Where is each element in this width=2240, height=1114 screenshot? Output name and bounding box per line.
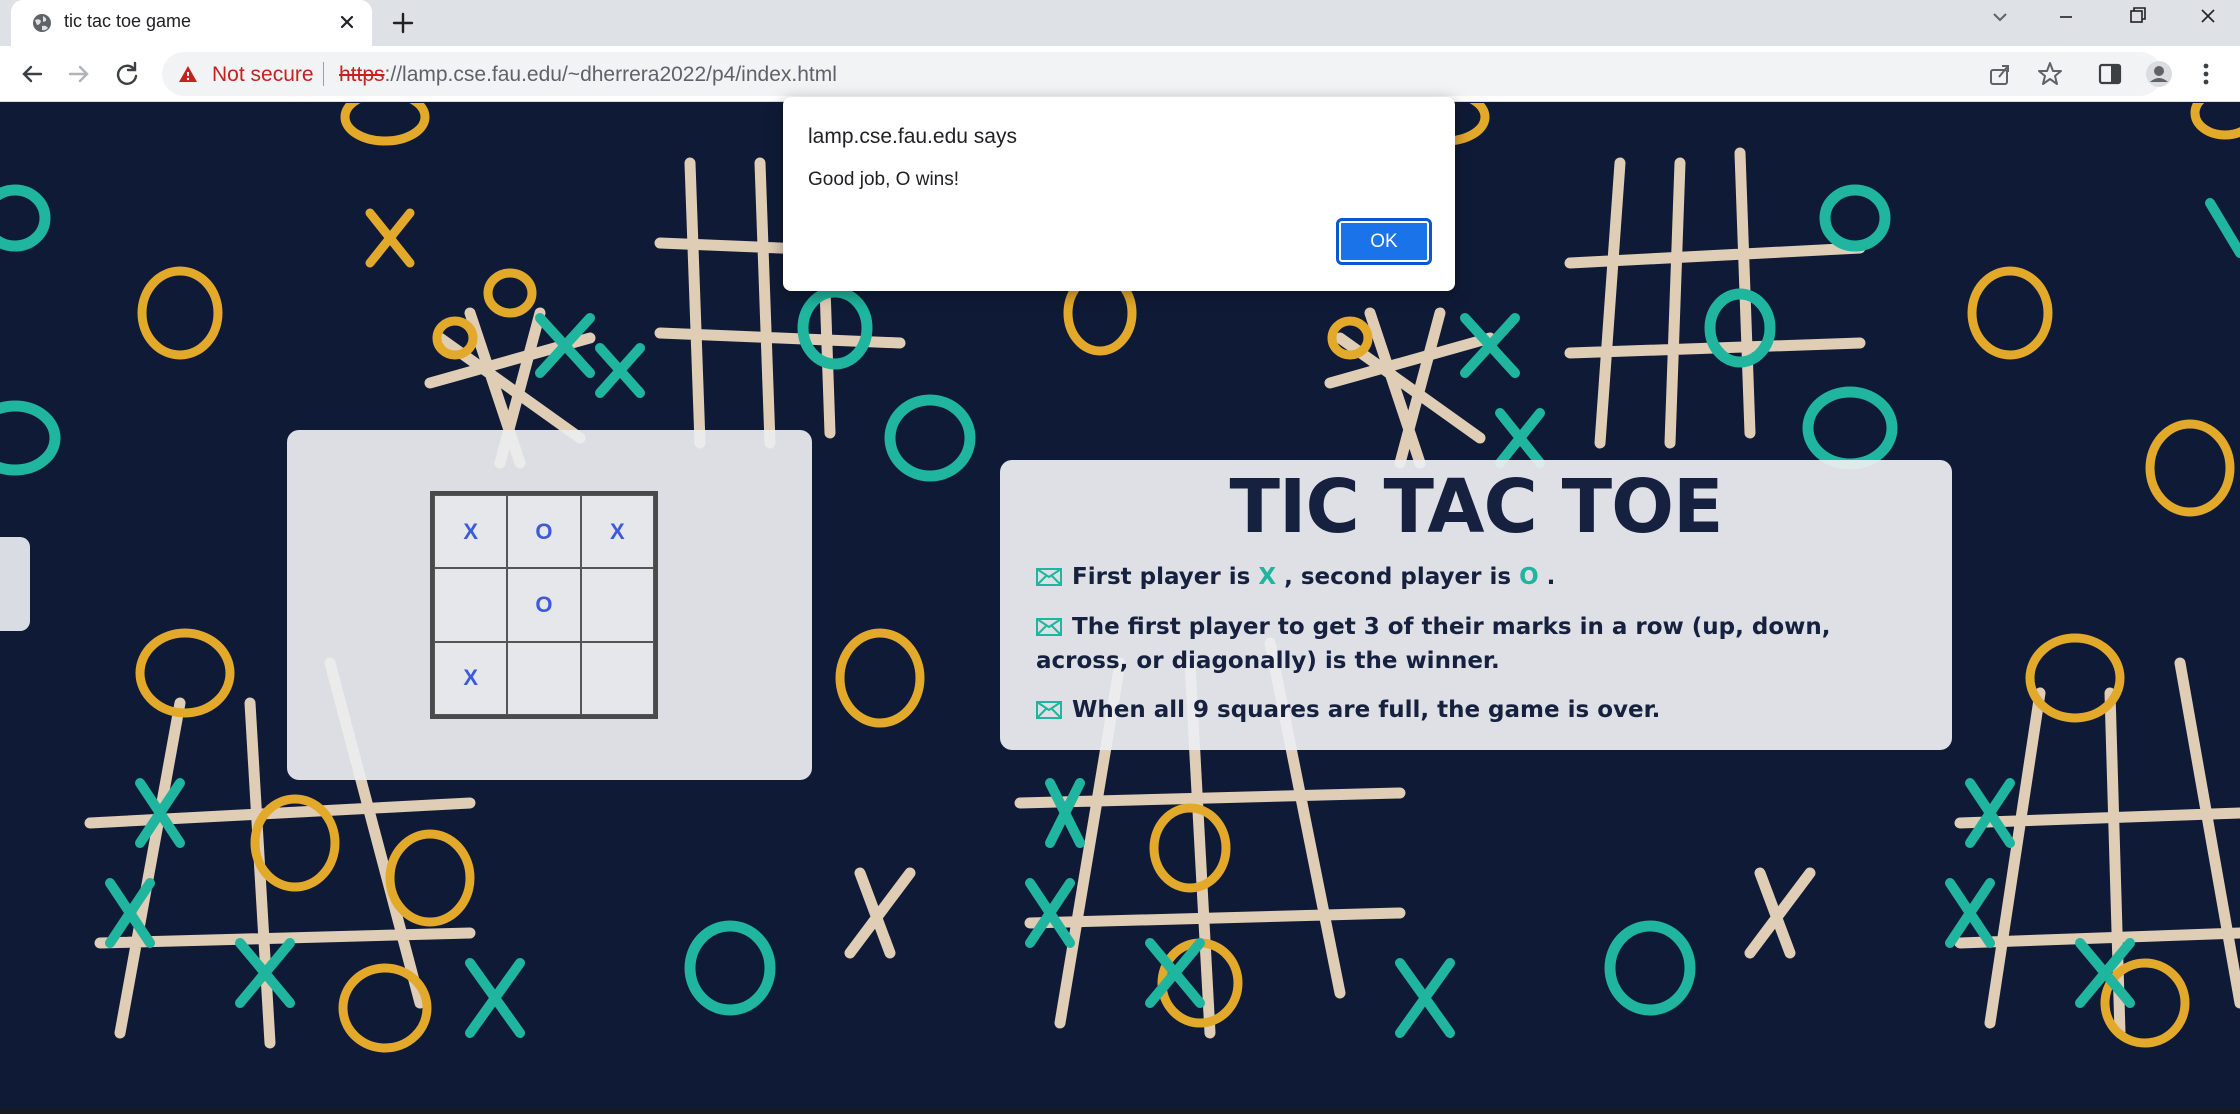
envelope-bullet-icon (1036, 618, 1062, 636)
game-board: X O X O X (430, 491, 658, 719)
board-cell[interactable]: O (507, 568, 581, 642)
board-cell[interactable] (580, 641, 654, 715)
restore-icon[interactable] (2105, 0, 2169, 34)
rule2-text: The first player to get 3 of their marks… (1036, 614, 1831, 674)
browser-tab[interactable]: tic tac toe game (11, 0, 372, 46)
dialog-message: Good job, O wins! (808, 169, 960, 190)
envelope-bullet-icon (1036, 568, 1062, 586)
new-tab-icon[interactable] (388, 8, 418, 38)
tab-strip: tic tac toe game (0, 0, 2240, 46)
tab-search-icon[interactable] (1968, 0, 2032, 34)
side-panel-icon[interactable] (2094, 58, 2126, 90)
rule1-middle: , second player is (1284, 564, 1512, 590)
dialog-title: lamp.cse.fau.edu says (808, 125, 1017, 148)
bookmark-star-icon[interactable] (2034, 58, 2066, 90)
rule-item: First player is X , second player is O . (1036, 560, 1926, 594)
forward-icon[interactable] (63, 58, 95, 90)
board-cell[interactable] (580, 568, 654, 642)
menu-kebab-icon[interactable] (2190, 58, 2222, 90)
url-text[interactable]: https://lamp.cse.fau.edu/~dherrera2022/p… (339, 63, 837, 87)
close-window-icon[interactable] (2176, 0, 2240, 34)
page-title: TIC TAC TOE (1229, 464, 1723, 550)
browser-toolbar: Not secure https://lamp.cse.fau.edu/~dhe… (0, 46, 2240, 102)
envelope-bullet-icon (1036, 701, 1062, 719)
board-cell[interactable] (434, 568, 508, 642)
rule1-suffix: . (1546, 564, 1556, 590)
rule3-text: When all 9 squares are full, the game is… (1072, 697, 1661, 723)
address-bar[interactable]: Not secure https://lamp.cse.fau.edu/~dhe… (162, 52, 2162, 96)
board-cell[interactable]: X (580, 495, 654, 569)
reload-icon[interactable] (111, 58, 143, 90)
rules-card: TIC TAC TOE First player is X , second p… (1000, 460, 1952, 750)
rule1-prefix: First player is (1072, 564, 1251, 590)
board-cell[interactable] (507, 641, 581, 715)
game-board-card: X O X O X (287, 430, 812, 780)
side-drawer-handle[interactable] (0, 537, 30, 631)
divider (323, 62, 324, 86)
board-cell[interactable]: X (434, 641, 508, 715)
tab-title: tic tac toe game (64, 11, 192, 31)
player-o-mark: O (1519, 564, 1539, 590)
profile-icon[interactable] (2143, 58, 2175, 90)
rule-item: The first player to get 3 of their marks… (1036, 610, 1926, 678)
board-cell[interactable]: X (434, 495, 508, 569)
security-status[interactable]: Not secure (212, 63, 314, 87)
warning-icon[interactable] (178, 64, 198, 84)
url-host-path: ://lamp.cse.fau.edu/~dherrera2022/p4/ind… (384, 63, 837, 86)
globe-icon (33, 14, 51, 32)
url-scheme: https (339, 63, 385, 86)
ok-button[interactable]: OK (1336, 218, 1432, 265)
share-icon[interactable] (1984, 58, 2016, 90)
rule-item: When all 9 squares are full, the game is… (1036, 693, 1926, 727)
close-tab-icon[interactable] (334, 9, 360, 35)
back-icon[interactable] (16, 58, 48, 90)
alert-dialog: lamp.cse.fau.edu says Good job, O wins! … (783, 97, 1455, 291)
player-x-mark: X (1258, 564, 1277, 590)
minimize-icon[interactable] (2034, 0, 2098, 34)
window-bottom-edge (0, 1109, 2240, 1114)
board-cell[interactable]: O (507, 495, 581, 569)
